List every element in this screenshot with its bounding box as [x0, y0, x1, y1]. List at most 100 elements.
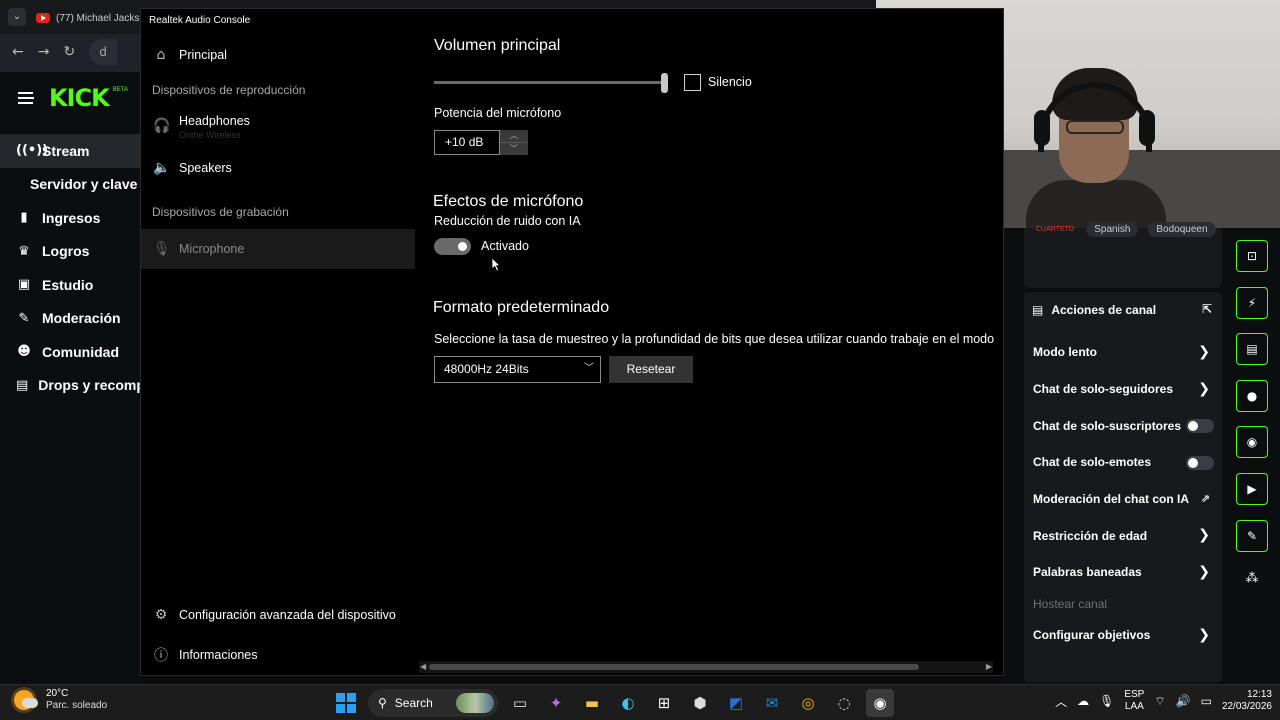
- browser-tab-youtube[interactable]: (77) Michael Jacks: [36, 6, 140, 30]
- onedrive-icon[interactable]: ☁: [1077, 694, 1089, 708]
- reload-icon[interactable]: ↻: [63, 44, 75, 60]
- chat-preview-box: [1024, 228, 1222, 288]
- channel-action-label: Chat de solo-emotes: [1033, 455, 1152, 470]
- channel-action-row[interactable]: Configurar objetivos ❯: [1024, 617, 1222, 654]
- mute-checkbox[interactable]: [684, 74, 701, 91]
- scroll-right-icon[interactable]: ▶: [986, 661, 992, 673]
- kick-menu-item[interactable]: Servidor y clave d: [0, 168, 140, 202]
- reset-button[interactable]: Resetear: [609, 356, 693, 383]
- notes-icon[interactable]: ▤: [1236, 333, 1268, 366]
- kick-menu-item[interactable]: ▣ Estudio: [0, 268, 140, 302]
- chevron-right-icon[interactable]: ❯: [1198, 381, 1210, 397]
- forward-arrow-icon[interactable]: →: [38, 44, 50, 60]
- toggle-switch[interactable]: [1186, 456, 1214, 471]
- kick-header: KICK BETA: [0, 72, 140, 124]
- chevron-right-icon[interactable]: ❯: [1198, 344, 1210, 360]
- windows-start-icon[interactable]: [332, 689, 360, 717]
- lightning-icon[interactable]: ⚡: [1236, 286, 1268, 319]
- radio-icon: ((•)): [16, 143, 49, 159]
- task-view-icon[interactable]: ▭: [506, 689, 534, 717]
- weather-widget[interactable]: 20°C Parc. soleado: [14, 688, 107, 712]
- external-link-icon[interactable]: ⇗: [1201, 492, 1210, 505]
- format-select[interactable]: 48000Hz 24Bits ﹀: [434, 356, 601, 383]
- nav-advanced-settings[interactable]: ⚙ Configuración avanzada del dispositivo: [141, 595, 415, 635]
- file-explorer-icon[interactable]: ▬: [578, 689, 606, 717]
- volume-icon[interactable]: 🔊: [1176, 694, 1191, 708]
- input-language[interactable]: ESP LAA: [1124, 689, 1144, 713]
- channel-action-row[interactable]: Chat de solo-emotes: [1024, 444, 1222, 481]
- channel-action-row[interactable]: Moderación del chat con IA ⇗: [1024, 481, 1222, 518]
- scroll-left-icon[interactable]: ◀: [420, 661, 426, 673]
- channel-action-row[interactable]: Chat de solo-seguidores ❯: [1024, 371, 1222, 408]
- realtek-active-icon[interactable]: ◉: [866, 689, 894, 717]
- chevron-right-icon[interactable]: ❯: [1198, 627, 1210, 643]
- nav-headphones-sublabel: Onthe Wireless: [179, 130, 241, 140]
- nav-headphones-text: Headphones Onthe Wireless: [179, 114, 250, 140]
- kick-logo[interactable]: KICK: [49, 84, 110, 112]
- speaker-icon: 🔈: [153, 160, 171, 176]
- tab-list-chevron-icon[interactable]: ⌄: [8, 8, 26, 26]
- edge-browser-icon[interactable]: ◐: [614, 689, 642, 717]
- back-arrow-icon[interactable]: ←: [12, 44, 24, 60]
- channel-action-row[interactable]: Modo lento ❯: [1024, 334, 1222, 371]
- tray-chevron-icon[interactable]: ︿: [1055, 693, 1067, 710]
- copilot-icon[interactable]: ✦: [542, 689, 570, 717]
- kick-menu-item[interactable]: ((•)) Stream: [0, 134, 140, 168]
- stepper-up-icon[interactable]: ︿: [500, 130, 528, 142]
- kick-menu-label: Comunidad: [42, 343, 119, 360]
- chevron-right-icon[interactable]: ❯: [1198, 527, 1210, 543]
- stream-tag[interactable]: Spanish: [1086, 222, 1139, 237]
- kick-menu-item[interactable]: ✎ Moderación: [0, 302, 140, 336]
- stream-tag[interactable]: CUARTETO: [1034, 222, 1076, 237]
- noise-reduction-toggle[interactable]: [434, 238, 471, 255]
- kick-sidebar: KICK BETA ((•)) Stream Servidor y clave d ▮…: [0, 72, 140, 684]
- app-blue-icon[interactable]: ◩: [722, 689, 750, 717]
- outlook-icon[interactable]: ✉: [758, 689, 786, 717]
- kick-menu-item[interactable]: ♛ Logros: [0, 235, 140, 269]
- nav-info[interactable]: ⓘ Informaciones: [141, 635, 415, 675]
- screen-capture-icon[interactable]: ⊡: [1236, 240, 1268, 272]
- volume-slider-thumb[interactable]: [660, 73, 668, 93]
- wifi-icon[interactable]: ⌔: [1154, 694, 1165, 709]
- chevron-right-icon[interactable]: ❯: [1198, 564, 1210, 580]
- tray-microphone-icon[interactable]: 🎙: [1099, 694, 1114, 708]
- broadcast-icon[interactable]: ◉: [1236, 426, 1268, 459]
- hamburger-menu-icon[interactable]: [18, 92, 35, 104]
- volume-slider-track[interactable]: [434, 81, 664, 84]
- toggle-switch[interactable]: [1186, 419, 1214, 434]
- taskbar-search[interactable]: ⚲ Search: [368, 689, 498, 717]
- obs-recording-icon[interactable]: ◌: [830, 689, 858, 717]
- address-bar[interactable]: d: [89, 39, 118, 65]
- studio-icon: ▣: [17, 277, 31, 293]
- nav-info-label: Informaciones: [179, 648, 258, 662]
- channel-action-label: Modo lento: [1033, 345, 1097, 360]
- nav-speakers[interactable]: 🔈 Speakers: [141, 151, 415, 185]
- community-icon: ☻: [17, 344, 31, 360]
- nav-headphones[interactable]: 🎧 Headphones Onthe Wireless: [141, 107, 415, 151]
- nav-principal[interactable]: ⌂ Principal: [141, 39, 415, 71]
- battery-icon[interactable]: ▭: [1201, 694, 1212, 708]
- scrollbar-thumb[interactable]: [429, 664, 919, 670]
- chat-bubble-icon[interactable]: ●: [1236, 379, 1268, 412]
- kick-menu-label: Logros: [42, 243, 90, 260]
- chrome-icon[interactable]: ◎: [794, 689, 822, 717]
- stepper-down-icon[interactable]: ﹀: [500, 142, 528, 154]
- clock[interactable]: 12:13 22/03/2026: [1222, 689, 1272, 713]
- video-icon[interactable]: ▶: [1236, 472, 1268, 505]
- app-cube-icon[interactable]: ⬢: [686, 689, 714, 717]
- kick-menu-item[interactable]: ▤ Drops y recomp: [0, 369, 140, 403]
- nav-microphone[interactable]: 🎙 Microphone: [141, 229, 415, 269]
- stream-tag[interactable]: Bodoqueen: [1148, 222, 1216, 237]
- wrench-tool-icon[interactable]: ✎: [1236, 519, 1268, 552]
- kick-menu-item[interactable]: ▮ Ingresos: [0, 201, 140, 235]
- channel-action-row[interactable]: Palabras baneadas ❯: [1024, 554, 1222, 591]
- kick-menu-item[interactable]: ☻ Comunidad: [0, 335, 140, 369]
- channel-action-row[interactable]: Chat de solo-suscriptores: [1024, 407, 1222, 444]
- webcam-glasses: [1066, 120, 1124, 134]
- mic-boost-value[interactable]: +10 dB: [434, 130, 500, 155]
- channel-action-row[interactable]: Restricción de edad ❯: [1024, 517, 1222, 554]
- share-icon[interactable]: ⁂: [1236, 566, 1268, 590]
- popout-icon[interactable]: ⇱: [1202, 302, 1212, 316]
- horizontal-scrollbar[interactable]: ◀ ▶: [419, 661, 993, 673]
- store-icon[interactable]: ⊞: [650, 689, 678, 717]
